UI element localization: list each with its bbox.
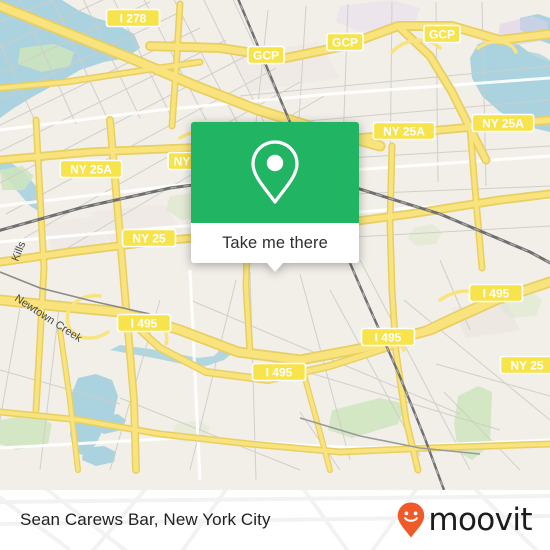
moovit-logo[interactable]: moovit <box>396 501 533 539</box>
road-shield-label: I 495 <box>131 317 158 331</box>
footer-bar: Sean Carews Bar, New York City moovit <box>0 490 550 550</box>
road-shield: GCP <box>247 45 285 65</box>
road-shield-label: NY <box>174 155 191 169</box>
popup-action-area[interactable]: Take me there <box>191 223 359 272</box>
road-shield: NY 25 <box>121 228 177 248</box>
road-shield-label: GCP <box>429 28 455 42</box>
road-shield-label: GCP <box>253 49 279 63</box>
road-shield: I 278 <box>105 8 161 28</box>
road-shield: I 495 <box>360 327 416 347</box>
road-shield-label: I 495 <box>375 331 402 345</box>
road-shield: GCP <box>326 32 364 52</box>
road-shield-label: I 278 <box>120 12 147 26</box>
road-shield-label: NY 25A <box>383 125 425 139</box>
popup-pointer <box>266 262 284 272</box>
place-label: Newtown Creek <box>12 292 84 345</box>
road-shield-label: I 495 <box>483 287 510 301</box>
road-shield: I 495 <box>116 313 172 333</box>
place-title: Sean Carews Bar, New York City <box>20 510 271 529</box>
road-shield: NY 25A <box>59 159 123 179</box>
road-shield-label: NY 25 <box>510 359 543 373</box>
road-shield-label: NY 25A <box>482 117 524 131</box>
road-shield: GCP <box>423 24 461 44</box>
road-shield: I 495 <box>468 283 524 303</box>
map-screenshot: I 278 GCP GCP GCP NY 25A NY 25A NY 25A NY NY 25 I… <box>0 0 550 550</box>
road-shield-label: NY 25 <box>132 232 165 246</box>
map-pin-icon <box>251 139 299 204</box>
road-shield-label: NY 25A <box>70 163 112 177</box>
popup-icon-area <box>191 122 359 223</box>
road-shield: NY 25A <box>372 121 436 141</box>
moovit-pin-smiley-icon <box>398 502 425 538</box>
location-popup-card[interactable]: Take me there <box>191 122 359 272</box>
moovit-wordmark: moovit <box>428 501 532 538</box>
road-shield-label: I 495 <box>266 366 293 380</box>
road-shield: I 495 <box>251 362 307 382</box>
road-shield: NY 25A <box>471 113 535 133</box>
take-me-there-button[interactable]: Take me there <box>222 234 328 253</box>
road-shield-label: GCP <box>332 36 358 50</box>
road-shield: NY 25 <box>499 355 550 375</box>
place-label: Kills <box>10 239 29 263</box>
